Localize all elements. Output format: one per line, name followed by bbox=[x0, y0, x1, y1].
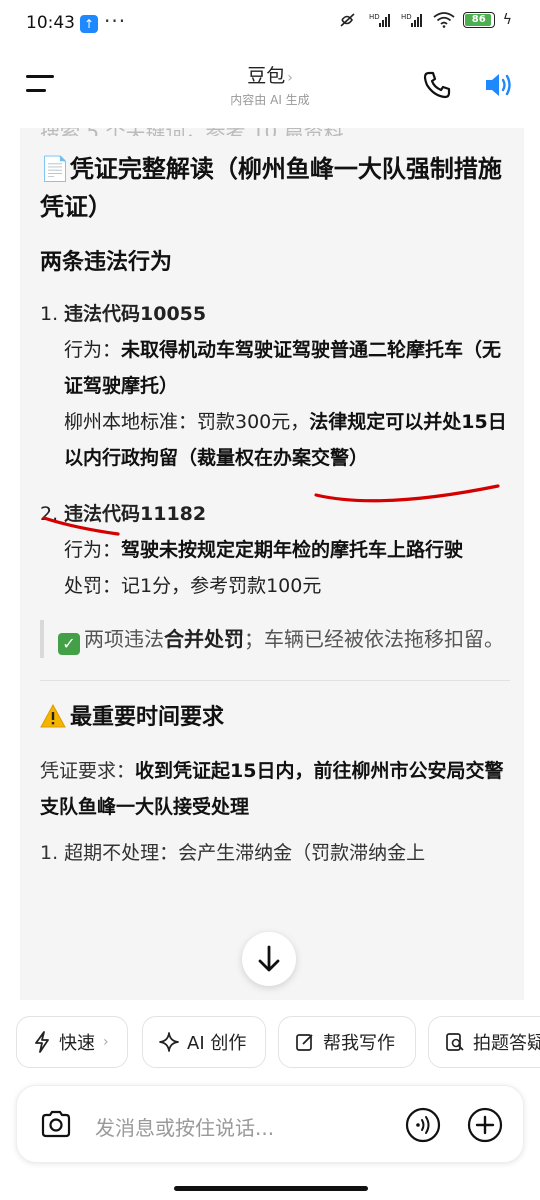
status-bar: 10:43 ↑ ··· HD HD 86 ϟ bbox=[0, 0, 540, 48]
violation-behavior: 行为：未取得机动车驾驶证驾驶普通二轮摩托车（无证驾驶摩托） bbox=[64, 339, 502, 397]
svg-text:HD: HD bbox=[401, 13, 412, 21]
title-chevron-icon: › bbox=[287, 70, 293, 86]
section-heading-deadline: 最重要时间要求 bbox=[40, 699, 510, 731]
message-input[interactable]: 发消息或按住说话... bbox=[95, 1112, 274, 1141]
battery-icon: 86 bbox=[462, 12, 495, 28]
summary-quote: ✓ 两项违法合并处罚；车辆已经被依法拖移扣留。 bbox=[40, 620, 510, 658]
speaker-icon[interactable] bbox=[483, 70, 515, 100]
status-time: 10:43 bbox=[26, 13, 75, 33]
status-icons: HD HD 86 ϟ bbox=[339, 12, 512, 28]
chip-write[interactable]: 帮我写作 bbox=[278, 1016, 416, 1068]
plus-icon[interactable] bbox=[467, 1107, 503, 1143]
chip-fast[interactable]: 快速 › bbox=[16, 1016, 128, 1068]
violation-behavior: 行为：驾驶未按规定定期年检的摩托车上路行驶 bbox=[64, 539, 464, 561]
doc-title: 📄凭证完整解读（柳州鱼峰一大队强制措施凭证） bbox=[40, 155, 502, 221]
app-notification-icon: ↑ bbox=[80, 15, 98, 33]
warning-icon bbox=[40, 704, 66, 728]
deadline-requirement: 凭证要求：收到凭证起15日内，前往柳州市公安局交警支队鱼峰一大队接受处理 bbox=[40, 760, 504, 818]
more-notifications-icon: ··· bbox=[104, 9, 127, 33]
chat-header: 豆包 › 内容由 AI 生成 bbox=[0, 55, 540, 115]
violation-penalty: 处罚：记1分，参考罚款100元 bbox=[64, 575, 322, 597]
message-body: 搜索 5 个关键词，参考 10 篇资料 📄凭证完整解读（柳州鱼峰一大队强制措施凭… bbox=[40, 128, 510, 871]
edit-icon bbox=[296, 1034, 313, 1051]
message-composer: 发消息或按住说话... bbox=[16, 1085, 524, 1163]
bolt-icon bbox=[35, 1031, 49, 1053]
check-icon: ✓ bbox=[58, 633, 80, 655]
phone-icon[interactable] bbox=[422, 70, 452, 100]
title-block[interactable]: 豆包 › 内容由 AI 生成 bbox=[0, 61, 540, 108]
violation-code: 违法代码11182 bbox=[64, 503, 207, 525]
chat-message: 搜索 5 个关键词，参考 10 篇资料 📄凭证完整解读（柳州鱼峰一大队强制措施凭… bbox=[20, 128, 524, 1000]
mute-icon bbox=[340, 13, 355, 27]
camera-icon[interactable] bbox=[39, 1107, 73, 1141]
svg-text:HD: HD bbox=[369, 13, 380, 21]
list-item: 1. 违法代码10055 行为：未取得机动车驾驶证驾驶普通二轮摩托车（无证驾驶摩… bbox=[40, 296, 510, 476]
violation-code: 违法代码10055 bbox=[64, 303, 207, 325]
arrow-down-icon bbox=[258, 945, 280, 972]
section-heading-violations: 两条违法行为 bbox=[40, 250, 173, 275]
list-item: 2. 违法代码11182 行为：驾驶未按规定定期年检的摩托车上路行驶 处罚：记1… bbox=[40, 496, 510, 604]
overdue-note: 1. 超期不处理：会产生滞纳金（罚款滞纳金上 bbox=[40, 842, 426, 864]
chip-ai-create[interactable]: AI 创作 bbox=[142, 1016, 266, 1068]
violation-penalty: 柳州本地标准：罚款300元，法律规定可以并处15日以内行政拘留（裁量权在办案交警… bbox=[64, 411, 507, 469]
page-title[interactable]: 豆包 bbox=[247, 65, 285, 87]
search-summary[interactable]: 搜索 5 个关键词，参考 10 篇资料 bbox=[40, 128, 510, 136]
charging-icon: ϟ bbox=[502, 12, 512, 28]
signal-hd-icon-2: HD bbox=[401, 13, 422, 27]
ai-generated-note: 内容由 AI 生成 bbox=[230, 93, 310, 107]
divider bbox=[40, 680, 510, 681]
scan-icon bbox=[446, 1033, 464, 1051]
chip-scan-answer[interactable]: 拍题答疑 bbox=[428, 1016, 540, 1068]
signal-hd-icon: HD bbox=[369, 13, 390, 27]
voice-input-icon[interactable] bbox=[405, 1107, 441, 1143]
scroll-to-bottom-button[interactable] bbox=[242, 932, 296, 986]
sparkle-icon bbox=[159, 1032, 179, 1052]
home-indicator[interactable] bbox=[174, 1186, 368, 1191]
wifi-icon bbox=[433, 12, 455, 28]
quick-actions: 快速 › AI 创作 帮我写作 拍题答疑 bbox=[16, 1016, 540, 1070]
